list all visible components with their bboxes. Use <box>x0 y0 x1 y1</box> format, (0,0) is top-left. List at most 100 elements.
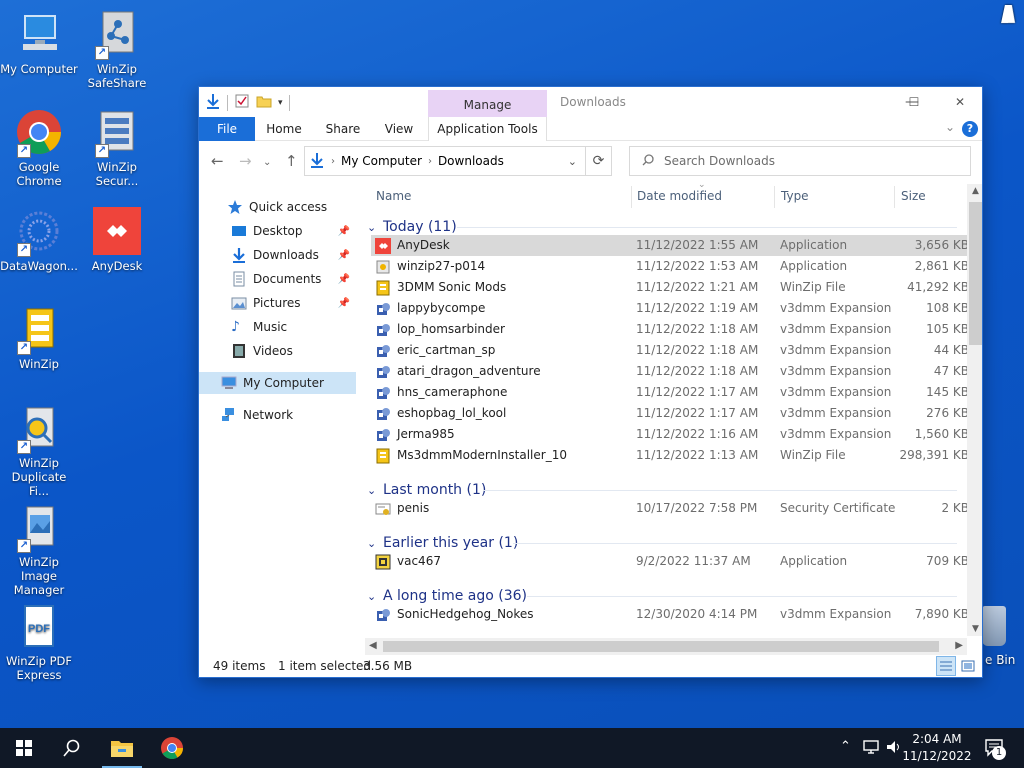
tab-home[interactable]: Home <box>259 117 309 141</box>
close-button[interactable]: ✕ <box>937 87 982 117</box>
file-row[interactable]: eshopbag_lol_kool 11/12/2022 1:17 AM v3dmm… <box>371 403 969 424</box>
desktop-icon-winzip[interactable]: ↗ WinZip <box>0 305 78 371</box>
file-name: lop_homsarbinder <box>397 322 505 336</box>
refresh-button[interactable]: ⟳ <box>586 146 612 176</box>
file-row[interactable]: lop_homsarbinder 11/12/2022 1:18 AM v3dmm … <box>371 319 969 340</box>
file-row[interactable]: SonicHedgehog_Nokes 12/30/2020 4:14 PM v3d… <box>371 604 969 625</box>
file-row[interactable]: AnyDesk 11/12/2022 1:55 AM Application 3,65… <box>371 235 969 256</box>
scroll-down-icon[interactable]: ▼ <box>967 624 982 634</box>
file-row[interactable]: Jerma985 11/12/2022 1:16 AM v3dmm Expansio… <box>371 424 969 445</box>
v3dmm-icon <box>375 607 391 623</box>
file-name: SonicHedgehog_Nokes <box>397 607 534 621</box>
scroll-thumb[interactable] <box>969 202 982 345</box>
search-icon <box>642 153 654 169</box>
file-row[interactable]: 3DMM Sonic Mods 11/12/2022 1:21 AM WinZip … <box>371 277 969 298</box>
action-center-button[interactable]: 1 <box>984 737 1006 763</box>
back-arrow-icon[interactable]: ← <box>211 153 224 169</box>
new-folder-icon[interactable] <box>256 93 272 112</box>
desktop-icon-winzip-image-manager[interactable]: ↗ WinZip Image Manager <box>0 503 78 597</box>
file-row[interactable]: penis 10/17/2022 7:58 PM Security Certific… <box>371 498 969 519</box>
nav-network[interactable]: Network <box>199 404 356 426</box>
large-icons-view-button[interactable] <box>958 656 978 676</box>
desktop-icon-winzip-secure[interactable]: ↗ WinZip Secur... <box>78 108 156 188</box>
desktop-icon-my-computer[interactable]: My Computer <box>0 10 78 76</box>
nav-desktop[interactable]: Desktop 📌 <box>199 220 356 242</box>
file-row[interactable]: vac467 9/2/2022 11:37 AM Application 709 KB <box>371 551 969 572</box>
tab-application-tools[interactable]: Application Tools <box>428 117 547 141</box>
nav-pictures[interactable]: Pictures 📌 <box>199 292 356 314</box>
file-row[interactable]: atari_dragon_adventure 11/12/2022 1:18 AM… <box>371 361 969 382</box>
desktop-icon-winzip-pdf-express[interactable]: PDF WinZip PDF Express <box>0 602 78 682</box>
volume-icon[interactable] <box>885 739 903 759</box>
nav-downloads[interactable]: Downloads 📌 <box>199 244 356 266</box>
clock[interactable]: 2:04 AM 11/12/2022 <box>902 731 972 765</box>
nav-documents[interactable]: Documents 📌 <box>199 268 356 290</box>
checklist-icon[interactable] <box>234 93 250 112</box>
taskbar-chrome[interactable] <box>148 728 196 768</box>
file-name-cell: AnyDesk <box>375 235 450 256</box>
address-dropdown-icon[interactable]: ⌄ <box>568 155 577 168</box>
show-hidden-icons-button[interactable]: ⌃ <box>840 739 851 754</box>
scroll-thumb[interactable] <box>383 641 939 652</box>
customize-toolbar-icon[interactable]: ▾ <box>278 98 283 108</box>
taskbar-file-explorer[interactable] <box>98 728 146 768</box>
file-row[interactable]: hns_cameraphone 11/12/2022 1:17 AM v3dmm E… <box>371 382 969 403</box>
start-button[interactable] <box>0 728 48 768</box>
search-input[interactable]: Search Downloads <box>629 146 971 176</box>
scroll-right-icon[interactable]: ▶ <box>955 640 963 651</box>
search-button[interactable] <box>48 728 96 768</box>
tab-view[interactable]: View <box>375 117 423 141</box>
nav-videos[interactable]: Videos <box>199 340 356 362</box>
network-tray-icon[interactable] <box>862 739 880 759</box>
breadcrumb-my-computer[interactable]: My Computer <box>341 154 422 168</box>
file-name: vac467 <box>397 554 441 568</box>
vertical-scrollbar[interactable]: ▲ ▼ <box>967 184 982 636</box>
nav-my-computer[interactable]: My Computer <box>199 372 356 394</box>
file-type: Application <box>780 259 848 273</box>
desktop-icon-winzip-safeshare[interactable]: ↗ WinZip SafeShare <box>78 10 156 90</box>
desktop-icon-anydesk[interactable]: AnyDesk <box>78 207 156 273</box>
column-header-date[interactable]: Date modified <box>637 182 722 210</box>
up-arrow-icon[interactable]: ↑ <box>285 153 298 169</box>
file-row[interactable]: winzip27-p014 11/12/2022 1:53 AM Applicati… <box>371 256 969 277</box>
file-size: 276 KB <box>926 406 969 420</box>
file-row[interactable]: Ms3dmmModernInstaller_10 11/12/2022 1:13 … <box>371 445 969 466</box>
nav-music[interactable]: ♪ Music <box>199 316 356 338</box>
scroll-left-icon[interactable]: ◀ <box>369 640 377 651</box>
desktop-icon-winzip-duplicate-finder[interactable]: ↗ WinZip Duplicate Fi... <box>0 404 78 498</box>
recent-locations-icon[interactable]: ⌄ <box>263 155 271 171</box>
file-date: 11/12/2022 1:21 AM <box>636 280 759 294</box>
file-size: 47 KB <box>933 364 969 378</box>
horizontal-scrollbar[interactable]: ◀ ▶ <box>365 638 967 655</box>
forward-arrow-icon[interactable]: → <box>239 153 252 169</box>
column-header-size[interactable]: Size <box>901 182 926 210</box>
file-row[interactable]: lappybycompe 11/12/2022 1:19 AM v3dmm Expa… <box>371 298 969 319</box>
desktop-icon-label: DataWagon... <box>0 259 78 273</box>
pdf-icon: PDF <box>15 602 63 650</box>
help-icon[interactable]: ? <box>962 121 978 137</box>
address-bar[interactable]: › My Computer › Downloads ⌄ <box>304 146 586 176</box>
nav-quick-access[interactable]: Quick access <box>199 196 356 218</box>
manage-tab[interactable]: Manage <box>428 90 547 117</box>
desktop-icon-datawagon[interactable]: ↗ DataWagon... <box>0 207 78 273</box>
tab-share[interactable]: Share <box>317 117 369 141</box>
file-size: 1,560 KB <box>914 427 969 441</box>
expand-ribbon-icon[interactable]: ⌄ <box>945 120 955 134</box>
breadcrumb-downloads[interactable]: Downloads <box>438 154 504 168</box>
recycle-bin-icon[interactable] <box>982 606 1006 646</box>
file-type: Security Certificate <box>780 501 896 515</box>
v3dmm-icon <box>375 406 391 422</box>
chevron-down-icon: ⌄ <box>367 536 377 550</box>
scroll-up-icon[interactable]: ▲ <box>967 186 982 196</box>
search-icon <box>63 739 80 757</box>
column-header-type[interactable]: Type <box>781 182 809 210</box>
maximize-button[interactable]: ☐ <box>891 87 937 117</box>
column-header-name[interactable]: Name <box>376 182 411 210</box>
winzip-file-icon <box>375 280 391 296</box>
file-size: 2,861 KB <box>914 259 969 273</box>
details-view-button[interactable] <box>936 656 956 676</box>
tab-file[interactable]: File <box>199 117 255 141</box>
properties-icon[interactable] <box>205 93 221 112</box>
desktop-icon-google-chrome[interactable]: ↗ Google Chrome <box>0 108 78 188</box>
file-row[interactable]: eric_cartman_sp 11/12/2022 1:18 AM v3dmm E… <box>371 340 969 361</box>
